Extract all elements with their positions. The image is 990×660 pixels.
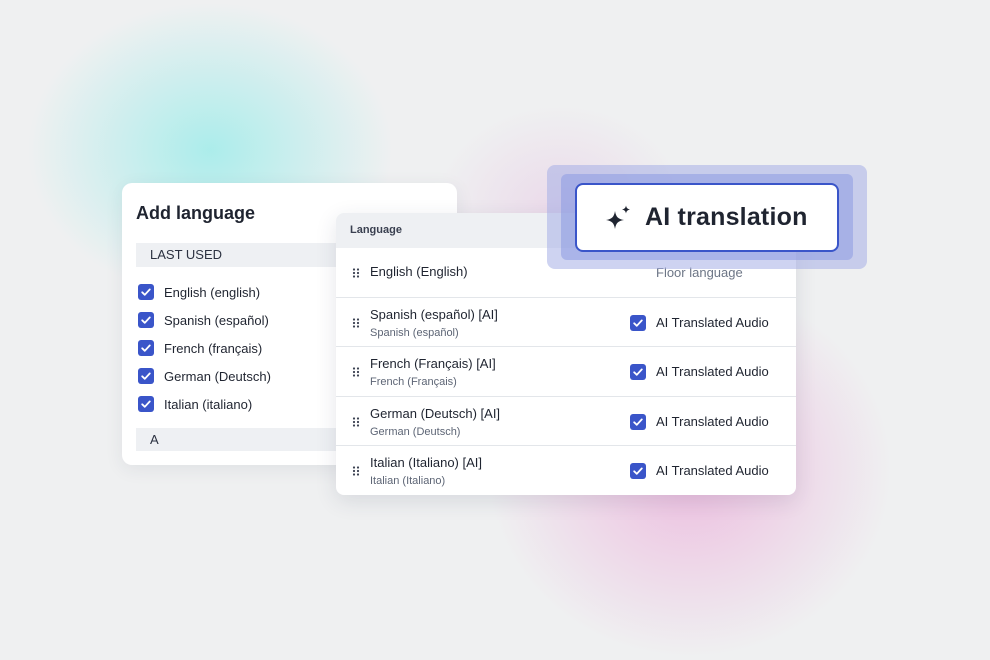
checkbox[interactable] <box>138 340 154 356</box>
add-language-title: Add language <box>136 203 256 223</box>
drag-handle-icon[interactable] <box>352 465 360 476</box>
checkbox[interactable] <box>138 312 154 328</box>
language-option-italian[interactable]: Italian (italiano) <box>138 395 252 413</box>
ai-audio-label: AI Translated Audio <box>656 315 769 330</box>
ai-audio-label: AI Translated Audio <box>656 463 769 478</box>
language-native-name: German (Deutsch) <box>370 426 461 438</box>
language-name: Italian (Italiano) [AI] <box>370 455 482 470</box>
language-option-label: English (english) <box>164 284 261 300</box>
ai-translation-button[interactable]: AI translation <box>575 183 839 252</box>
table-row: Italian (Italiano) [AI] Italian (Italian… <box>336 445 796 495</box>
table-row: German (Deutsch) [AI] German (Deutsch) A… <box>336 396 796 446</box>
language-option-label: French (français) <box>164 340 263 356</box>
ai-audio-checkbox[interactable] <box>630 414 646 430</box>
language-name: Spanish (español) [AI] <box>370 307 498 322</box>
checkbox[interactable] <box>138 284 154 300</box>
ai-audio-label: AI Translated Audio <box>656 414 769 429</box>
language-name: English (English) <box>370 264 468 279</box>
table-row: French (Français) [AI] French (Français)… <box>336 346 796 396</box>
language-name: German (Deutsch) [AI] <box>370 406 501 421</box>
checkbox[interactable] <box>138 396 154 412</box>
ai-audio-checkbox[interactable] <box>630 463 646 479</box>
language-option-label: Spanish (español) <box>164 312 269 328</box>
drag-handle-icon[interactable] <box>352 416 360 427</box>
ai-audio-label: AI Translated Audio <box>656 364 769 379</box>
drag-handle-icon[interactable] <box>352 366 360 377</box>
language-option-english[interactable]: English (english) <box>138 283 260 301</box>
checkbox[interactable] <box>138 368 154 384</box>
table-row: Spanish (español) [AI] Spanish (español)… <box>336 297 796 347</box>
ai-audio-checkbox[interactable] <box>630 315 646 331</box>
language-native-name: Spanish (español) <box>370 327 459 339</box>
drag-handle-icon[interactable] <box>352 268 360 278</box>
language-option-french[interactable]: French (français) <box>138 339 262 357</box>
ai-translation-label: AI translation <box>645 203 808 231</box>
language-option-label: Italian (italiano) <box>164 396 253 412</box>
language-option-german[interactable]: German (Deutsch) <box>138 367 271 385</box>
language-native-name: French (Français) <box>370 376 457 388</box>
language-option-spanish[interactable]: Spanish (español) <box>138 311 269 329</box>
language-name: French (Français) [AI] <box>370 356 496 371</box>
drag-handle-icon[interactable] <box>352 317 360 328</box>
ai-audio-checkbox[interactable] <box>630 364 646 380</box>
language-native-name: Italian (Italiano) <box>370 475 446 487</box>
language-option-label: German (Deutsch) <box>164 368 271 384</box>
sparkle-icon <box>606 205 630 229</box>
